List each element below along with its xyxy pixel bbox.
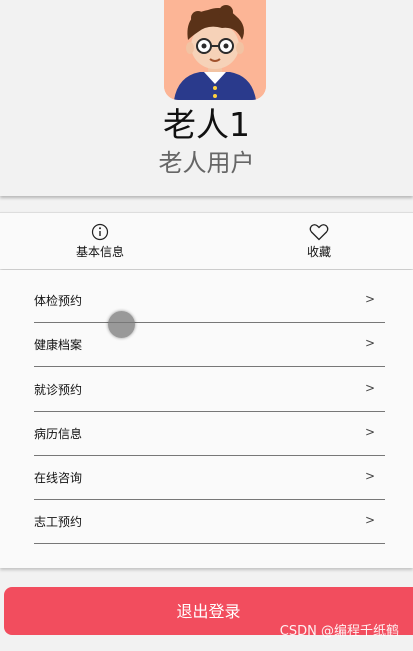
chevron-right-icon: > <box>364 336 375 350</box>
menu-item-clinic-booking[interactable]: 就诊预约 > <box>34 367 385 412</box>
menu-item-volunteer-booking[interactable]: 志工预约 > <box>34 499 385 544</box>
touch-indicator <box>108 311 135 338</box>
quick-actions: 基本信息 收藏 <box>0 212 413 269</box>
menu-item-health-records[interactable]: 健康档案 > <box>34 322 385 367</box>
avatar[interactable] <box>164 0 266 100</box>
basic-info-label: 基本信息 <box>75 245 124 259</box>
menu-list: 体检预约 > 健康档案 > 就诊预约 > 病历信息 > 在线咨询 > 志工预约 … <box>0 270 413 568</box>
menu-item-online-consultation[interactable]: 在线咨询 > <box>34 455 385 500</box>
chevron-right-icon: > <box>364 513 375 527</box>
watermark: CSDN @编程千纸鹤 <box>279 624 399 639</box>
profile-role: 老人用户 <box>158 149 255 177</box>
avatar-illustration <box>164 0 266 100</box>
favorites-label: 收藏 <box>306 245 331 259</box>
profile-name: 老人1 <box>163 105 250 144</box>
profile-header: 老人1 老人用户 <box>0 0 413 196</box>
chevron-right-icon: > <box>364 292 375 306</box>
chevron-right-icon: > <box>364 469 375 483</box>
menu-item-medical-records[interactable]: 病历信息 > <box>34 411 385 456</box>
menu-item-label: 志工预约 <box>34 515 83 529</box>
menu-item-label: 就诊预约 <box>34 383 83 397</box>
favorites-button[interactable]: 收藏 <box>274 223 364 260</box>
basic-info-button[interactable]: 基本信息 <box>55 223 145 260</box>
menu-item-label: 在线咨询 <box>34 471 83 485</box>
chevron-right-icon: > <box>364 381 375 395</box>
chevron-right-icon: > <box>364 425 375 439</box>
info-icon <box>91 223 109 241</box>
menu-item-label: 健康档案 <box>34 338 83 352</box>
menu-item-label: 病历信息 <box>34 427 83 441</box>
heart-icon <box>309 224 329 241</box>
menu-item-label: 体检预约 <box>34 294 83 308</box>
menu-item-checkup-booking[interactable]: 体检预约 > <box>34 278 385 323</box>
